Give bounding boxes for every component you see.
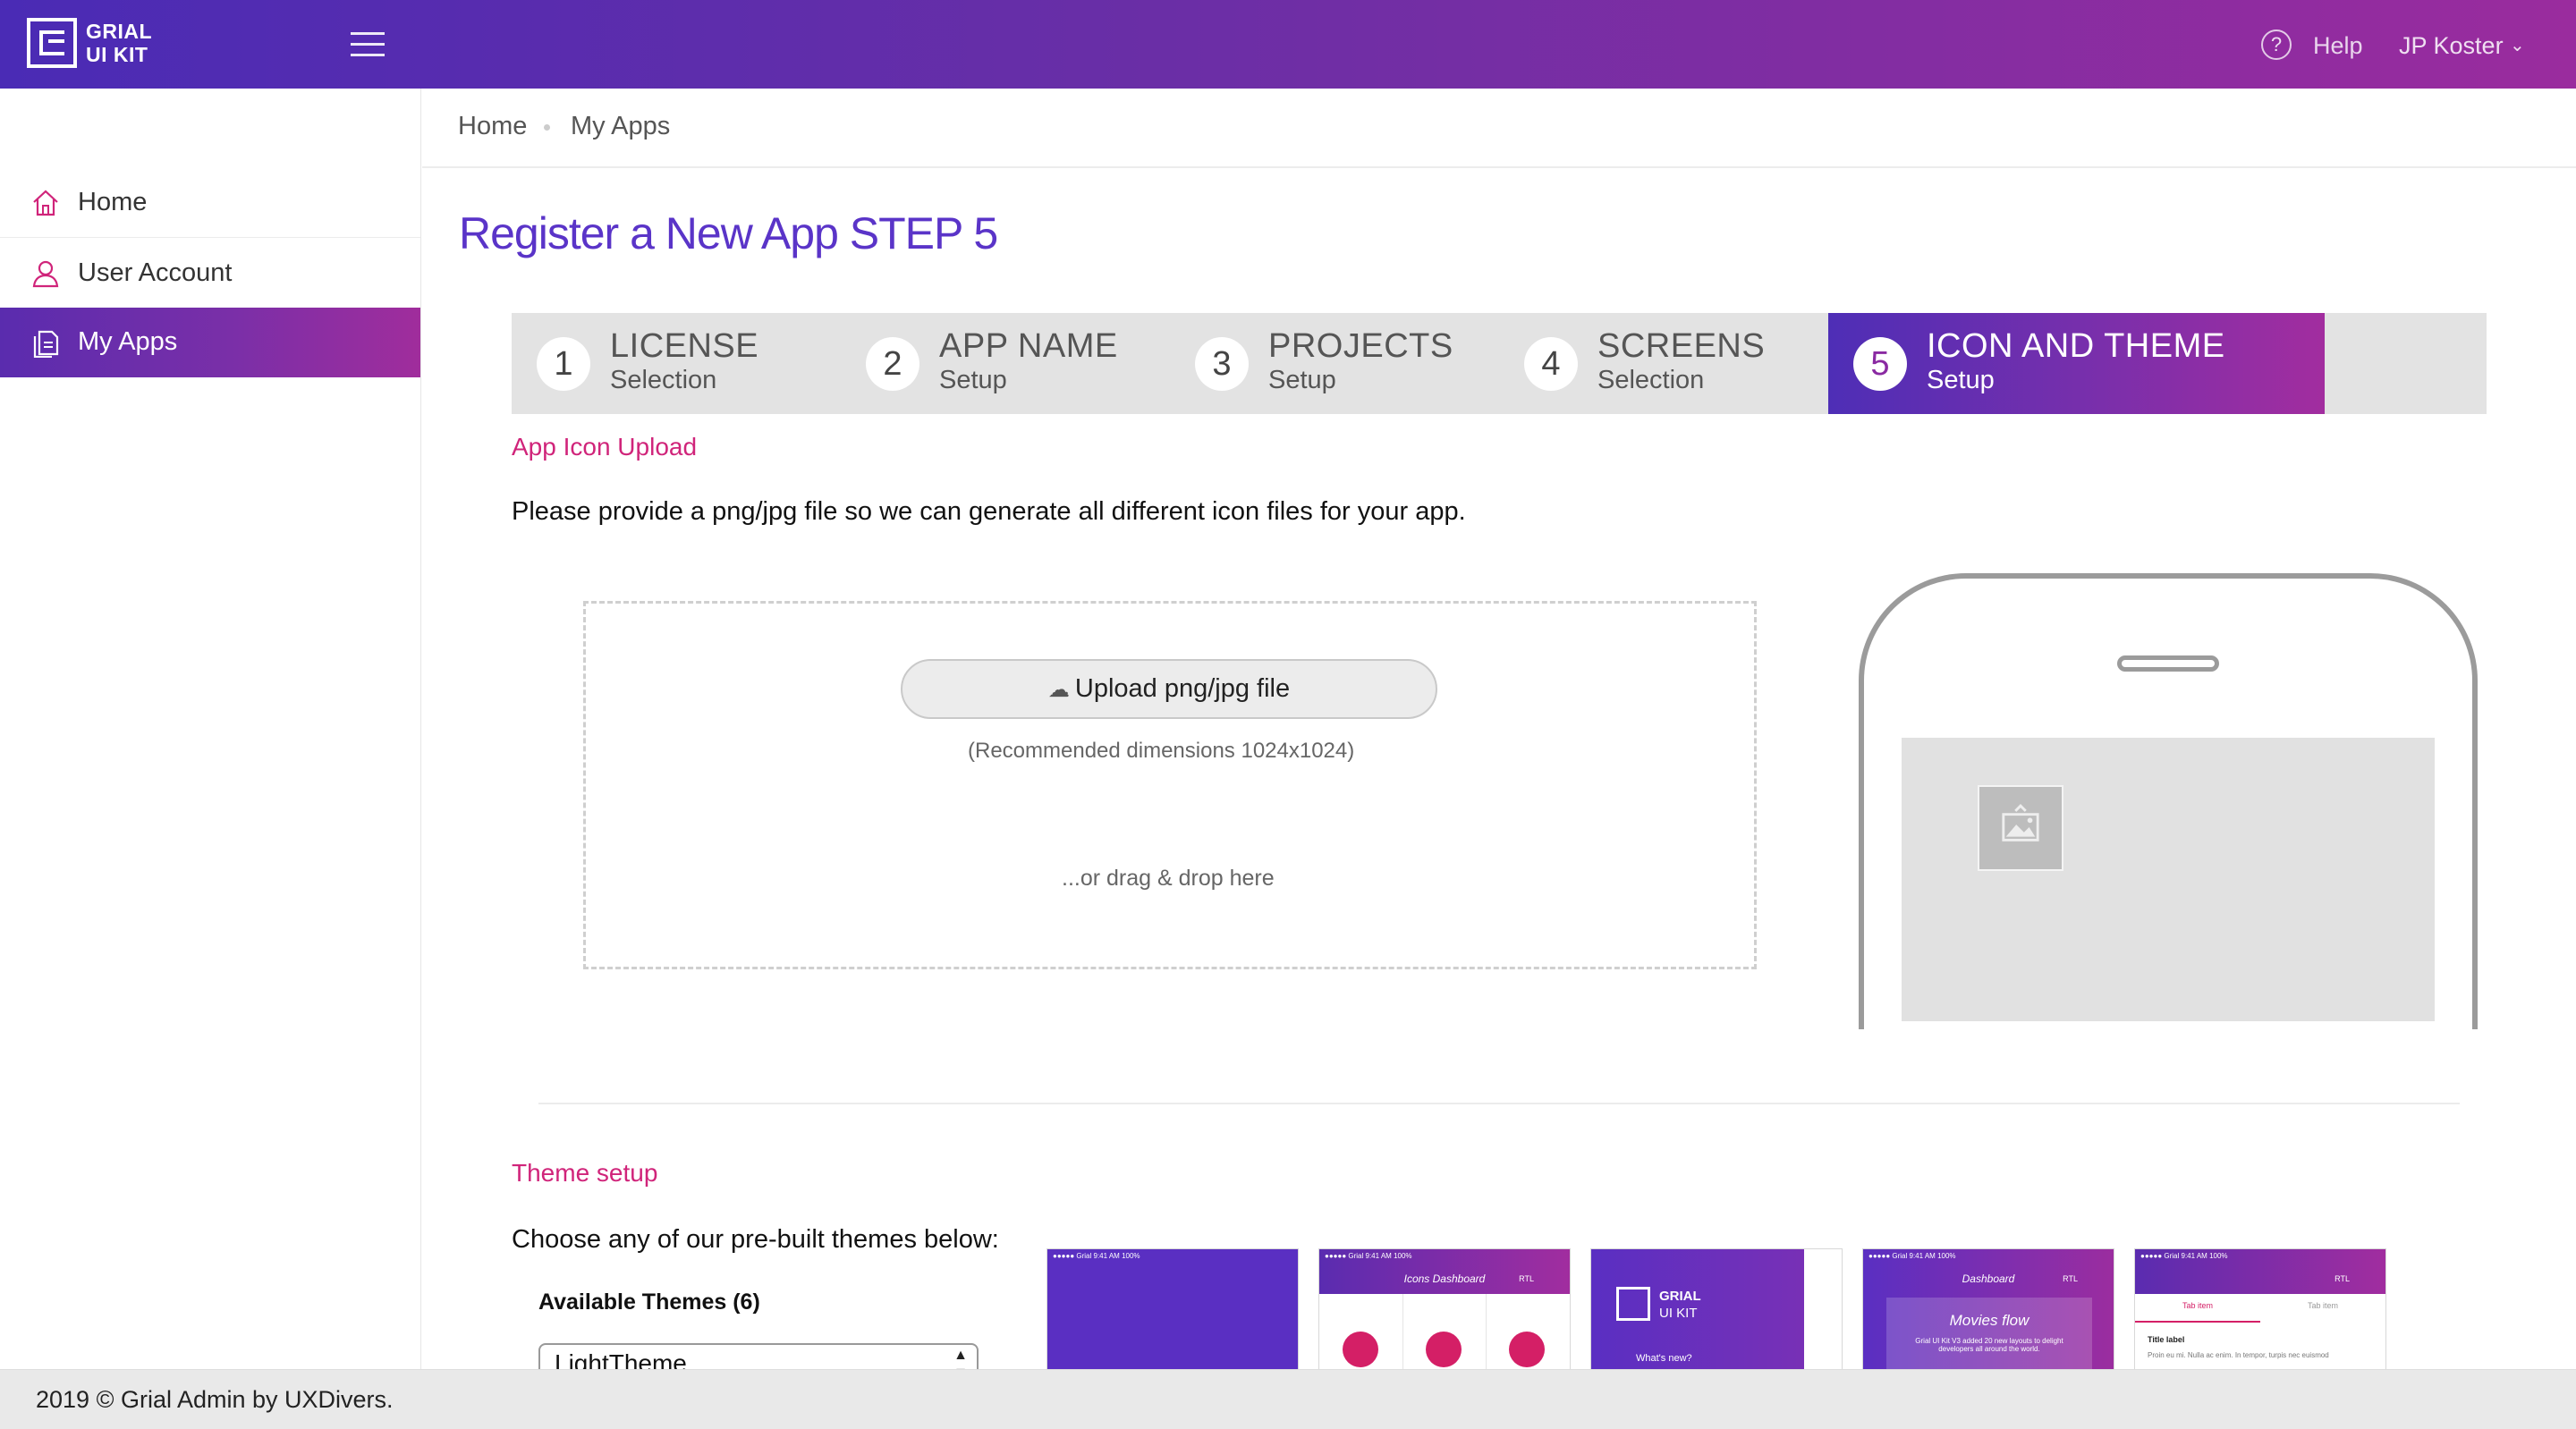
thumb-rtl: RTL [1519,1274,1534,1283]
thumb-card: Movies flow Grial UI Kit V3 added 20 new… [1886,1298,2092,1369]
theme-thumbnail-3[interactable]: GRIAL UI KIT What's new? [1590,1248,1843,1370]
step-number: 1 [537,337,590,391]
section-divider [538,1103,2460,1104]
theme-description: Choose any of our pre-built themes below… [512,1225,999,1254]
logo-line-1: GRIAL [86,20,153,43]
thumb-status-bar: ●●●●● Grial 9:41 AM 100% [2135,1249,2385,1264]
step-icon-and-theme[interactable]: 5 ICON AND THEME Setup [1828,313,2325,414]
help-icon[interactable]: ? [2261,30,2292,60]
grial-logo-icon[interactable] [27,18,77,68]
theme-thumbnail-5[interactable]: ●●●●● Grial 9:41 AM 100% RTL Tab item Ta… [2134,1248,2386,1370]
upload-button-label: Upload png/jpg file [1074,674,1291,703]
step-title: LICENSE [610,327,759,365]
sidebar: Home User Account My Apps [0,89,421,1369]
theme-thumbnail-1[interactable]: ●●●●● Grial 9:41 AM 100% [1046,1248,1299,1370]
breadcrumb-home[interactable]: Home [458,112,527,141]
sidebar-item-label: User Account [78,258,233,287]
breadcrumb-my-apps[interactable]: My Apps [571,112,670,141]
thumb-doc-icon [1426,1332,1462,1367]
sidebar-item-label: Home [78,188,148,216]
step-title: APP NAME [939,327,1118,365]
thumb-tab-2: Tab item [2307,1301,2338,1310]
app-icon-upload-title: App Icon Upload [512,433,698,461]
thumb-status-bar: ●●●●● Grial 9:41 AM 100% [1319,1249,1570,1264]
thumb-status-bar: ●●●●● Grial 9:41 AM 100% [1868,1252,1956,1260]
thumb-card-text: Grial UI Kit V3 added 20 new layouts to … [1915,1337,2063,1353]
thumb-grid-icon [1509,1332,1545,1367]
sidebar-item-user-account[interactable]: User Account [0,239,420,309]
thumb-user-icon [1343,1332,1378,1367]
thumb-logo-line2: UI KIT [1659,1306,1698,1321]
wizard-stepper: 1 LICENSE Selection 2 APP NAME Setup 3 P… [512,313,2487,414]
sidebar-item-my-apps[interactable]: My Apps [0,308,420,377]
thumb-rtl: RTL [2063,1274,2078,1283]
phone-speaker [2117,655,2219,672]
thumb-header: Dashboard RTL [1863,1264,2114,1294]
step-title: ICON AND THEME [1927,327,2225,365]
theme-setup-title: Theme setup [512,1159,658,1187]
footer-text: 2019 © Grial Admin by UXDivers. [36,1386,394,1413]
chevron-down-icon[interactable]: ⌄ [2510,34,2525,56]
help-link[interactable]: Help [2313,32,2363,60]
drag-drop-hint: ...or drag & drop here [1062,866,1275,891]
step-subtitle: Setup [939,366,1007,394]
cloud-upload-icon: ☁ [1047,678,1070,702]
breadcrumb: Home My Apps [422,89,2576,168]
step-number: 3 [1195,337,1249,391]
thumb-rtl: RTL [2334,1274,2350,1283]
footer: 2019 © Grial Admin by UXDivers. [0,1369,2576,1429]
step-title: SCREENS [1597,327,1766,365]
user-icon [32,260,59,288]
thumb-header-title: Icons Dashboard [1403,1273,1486,1285]
breadcrumb-separator [544,124,550,131]
step-number: 4 [1524,337,1578,391]
thumb-grial-logo-icon [1616,1287,1650,1321]
thumb-card-title: Movies flow [1949,1312,2029,1329]
thumb-logo-line1: GRIAL [1659,1289,1701,1304]
upload-file-button[interactable]: ☁ Upload png/jpg file [901,659,1437,719]
thumb-header: RTL [2135,1264,2385,1294]
step-subtitle: Setup [1268,366,1336,394]
available-themes-label: Available Themes (6) [538,1289,760,1315]
thumb-tab-1: Tab item [2182,1301,2213,1310]
step-number: 5 [1853,337,1907,391]
image-placeholder-icon [1978,785,2063,871]
home-icon [33,190,58,216]
user-menu[interactable]: JP Koster [2399,32,2504,60]
theme-thumbnail-2[interactable]: ●●●●● Grial 9:41 AM 100% Icons Dashboard… [1318,1248,1571,1370]
thumb-header: Icons Dashboard RTL [1319,1264,1570,1294]
thumb-caption: What's new? [1636,1353,1692,1364]
menu-toggle-icon[interactable] [351,30,385,57]
step-subtitle: Selection [1597,366,1705,394]
icon-upload-description: Please provide a png/jpg file so we can … [512,497,1466,526]
theme-thumbnail-4[interactable]: ●●●●● Grial 9:41 AM 100% Dashboard RTL M… [1862,1248,2114,1370]
top-navbar: GRIAL UI KIT ? Help JP Koster ⌄ [0,0,2576,89]
documents-icon [33,330,59,358]
page-title: Register a New App STEP 5 [459,208,998,258]
phone-screen-preview [1902,738,2435,1021]
logo-line-2: UI KIT [86,43,148,66]
step-title: PROJECTS [1268,327,1453,365]
step-subtitle: Selection [610,366,717,394]
step-subtitle: Setup [1927,366,1995,394]
thumb-header-title: Dashboard [1962,1273,2015,1285]
recommended-dimensions: (Recommended dimensions 1024x1024) [968,739,1355,763]
thumb-title-label: Title label [2148,1335,2185,1344]
thumb-status-bar: ●●●●● Grial 9:41 AM 100% [1053,1252,1140,1260]
sidebar-item-home[interactable]: Home [0,168,420,238]
sidebar-item-label: My Apps [78,327,178,356]
icon-dropzone[interactable] [583,601,1757,969]
app-logo-text[interactable]: GRIAL UI KIT [86,20,152,66]
thumb-body-text: Proin eu mi. Nulla ac enim. In tempor, t… [2148,1351,2329,1359]
step-number: 2 [866,337,919,391]
